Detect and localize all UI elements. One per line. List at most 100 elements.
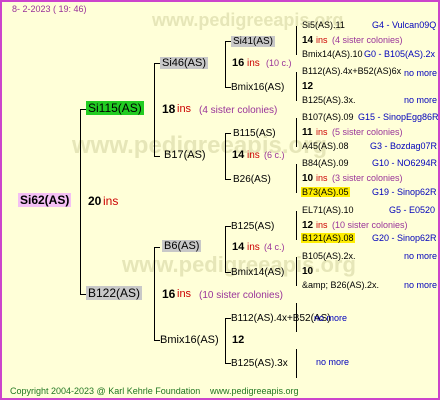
gen1-top-ins: ins: [177, 103, 192, 115]
gen3-f-name: Bmix14(AS): [231, 267, 285, 278]
gen4-4-bottom[interactable]: B121(AS).08: [301, 233, 355, 244]
gen4-1-count: 12: [302, 81, 314, 92]
gen2-c-note: (4 c.): [264, 242, 285, 252]
connector: [225, 133, 231, 134]
gen2-a-node[interactable]: Si46(AS): [160, 57, 209, 70]
connector: [154, 247, 160, 248]
gen2-d-name: Bmix16(AS): [160, 334, 219, 346]
connector: [225, 133, 226, 179]
gen4-2-top[interactable]: B107(AS).09: [302, 112, 354, 123]
gen1-top-node[interactable]: Si115(AS): [86, 101, 144, 115]
gen4-0-ins: ins: [316, 35, 328, 45]
gen4-3-count-note: (3 sister colonies): [332, 173, 403, 183]
footer-site-link[interactable]: www.pedigreeapis.org: [210, 386, 299, 397]
gen2-d-node[interactable]: Bmix16(AS): [160, 334, 219, 347]
root-ins-label: ins: [103, 194, 119, 208]
gen3-f-node[interactable]: Bmix14(AS): [231, 266, 284, 279]
gen3-c-node[interactable]: B115(AS): [233, 127, 276, 140]
gen2-c-node[interactable]: B6(AS): [162, 240, 202, 253]
gen4-3-ins: ins: [316, 173, 328, 183]
gen1-bottom-note: (10 sister colonies): [199, 290, 283, 301]
gen4-4-ins: ins: [316, 220, 328, 230]
gen4-2-ins: ins: [316, 127, 328, 137]
connector: [225, 318, 226, 363]
root-node[interactable]: Si62(AS): [18, 193, 72, 207]
gen4-1-bottom[interactable]: B125(AS).3x.: [302, 95, 356, 106]
gen4-2-count: 11: [302, 127, 313, 138]
gen1-top-note: (4 sister colonies): [199, 105, 278, 116]
gen2-d-count: 12: [232, 334, 245, 346]
gen4-2-bottom[interactable]: A45(AS).08: [302, 141, 349, 152]
gen3-c-name: B115(AS): [233, 128, 276, 139]
gen3-d-name: B26(AS): [233, 174, 271, 185]
gen4-5-top[interactable]: B105(AS).2x.: [302, 251, 356, 262]
gen4-3-bottom-name: B73(AS).05: [301, 187, 350, 197]
gen3-e-name: B125(AS): [231, 221, 275, 232]
gen4-5-count: 10: [302, 266, 314, 277]
connector: [225, 226, 226, 272]
gen4-0-bottom-note: G0 - B105(AS).2x: [364, 49, 436, 59]
gen4-3-top-note: G10 - NO6294R: [372, 158, 438, 168]
gen4-4-count: 12: [302, 220, 314, 231]
gen4-4-top-note: G5 - E0520: [389, 205, 436, 215]
gen2-c-name: B6(AS): [162, 240, 202, 252]
gen3-h-name: B125(AS).3x: [231, 358, 288, 369]
gen1-top-count: 18: [162, 102, 176, 116]
gen2-b-node[interactable]: B17(AS): [164, 149, 206, 162]
gen4-3-count: 10: [302, 173, 314, 184]
gen2-b-ins: ins: [247, 150, 260, 161]
gen4-3-bottom-note: G19 - Sinop62R: [372, 187, 437, 197]
gen4-1-top-note: no more: [404, 68, 438, 78]
connector: [296, 164, 297, 193]
gen2-b-count: 14: [232, 149, 245, 161]
gen1-top-name: Si115(AS): [86, 101, 144, 115]
gen2-b-note: (6 c.): [264, 150, 285, 160]
gen3-h-node[interactable]: B125(AS).3x: [231, 357, 288, 370]
gen2-a-note: (10 c.): [266, 58, 292, 68]
gen4-2-bottom-note: G3 - Bozdag07R: [370, 141, 438, 151]
gen4-4-top[interactable]: EL71(AS).10: [302, 205, 354, 216]
gen4-5-bottom-note: no more: [404, 280, 438, 290]
gen1-bottom-ins: ins: [177, 288, 192, 300]
gen3-e-node[interactable]: B125(AS): [231, 220, 274, 233]
header-date: 8- 2-2023 ( 19: 46): [12, 4, 87, 14]
gen4-4-count-note: (10 sister colonies): [332, 220, 408, 230]
connector: [154, 156, 160, 157]
connector: [225, 179, 231, 180]
gen3-b-name: Bmix16(AS): [231, 82, 285, 93]
gen4-0-count-note: (4 sister colonies): [332, 35, 403, 45]
gen1-bottom-name: B122(AS): [86, 286, 143, 300]
connector: [80, 109, 81, 295]
pedigree-frame: www.pedigreeapis.org www.pedigreeapis.or…: [0, 0, 440, 400]
gen4-4-bottom-name: B121(AS).08: [301, 233, 355, 243]
gen4-2-top-note: G15 - SinopEgg86R: [358, 112, 439, 122]
gen2-a-ins: ins: [247, 58, 260, 69]
connector: [225, 41, 226, 87]
gen3-d-node[interactable]: B26(AS): [233, 173, 271, 186]
gen3-b-node[interactable]: Bmix16(AS): [231, 81, 284, 94]
gen4-6-top-note: no more: [314, 313, 348, 323]
connector: [296, 72, 297, 101]
connector: [296, 118, 297, 147]
root-ins-count: 20: [88, 194, 102, 208]
connector: [154, 247, 155, 340]
gen4-0-top[interactable]: Si5(AS).11: [302, 20, 345, 31]
gen2-c-count: 14: [232, 241, 245, 253]
gen1-bottom-count: 16: [162, 287, 176, 301]
gen3-a-node[interactable]: Si41(AS): [231, 35, 276, 48]
gen4-2-count-note: (5 sister colonies): [332, 127, 403, 137]
gen4-0-bottom[interactable]: Bmix14(AS).10: [302, 49, 363, 60]
gen1-bottom-node[interactable]: B122(AS): [86, 286, 143, 300]
gen4-1-bottom-note: no more: [404, 95, 438, 105]
gen2-a-count: 16: [232, 57, 245, 69]
gen2-a-name: Si46(AS): [160, 57, 209, 69]
connector: [296, 211, 297, 240]
gen4-3-bottom[interactable]: B73(AS).05: [301, 187, 350, 198]
gen4-1-top[interactable]: B112(AS).4x+B52(AS)6x: [302, 66, 401, 77]
gen4-3-top[interactable]: B84(AS).09: [302, 158, 349, 169]
gen4-6-bottom-note: no more: [316, 357, 350, 367]
gen2-c-ins: ins: [247, 242, 260, 253]
gen4-0-top-note: G4 - Vulcan09Q: [372, 20, 437, 30]
gen4-5-bottom[interactable]: &amp; B26(AS).2x.: [302, 280, 379, 291]
footer-copyright: Copyright 2004-2023 @ Karl Kehrle Founda…: [10, 386, 201, 396]
